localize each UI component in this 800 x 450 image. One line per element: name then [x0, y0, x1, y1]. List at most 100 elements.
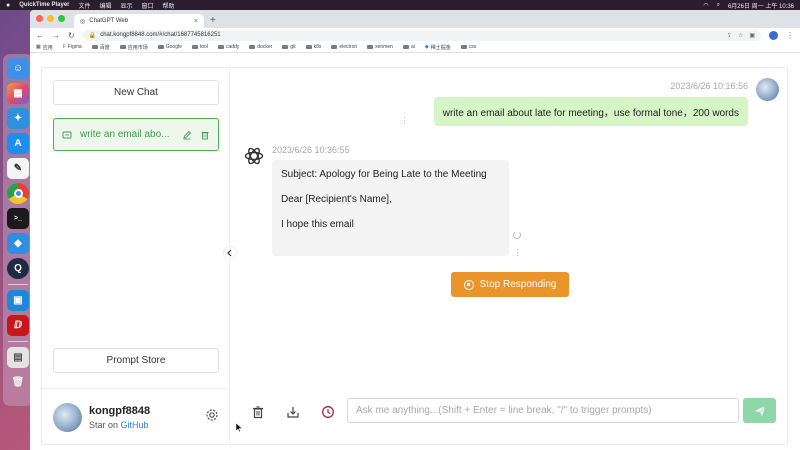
- app-store-icon[interactable]: A: [7, 133, 29, 154]
- prompt-store-button[interactable]: Prompt Store: [53, 348, 219, 373]
- avatar: [756, 78, 779, 101]
- bookmark-item[interactable]: 应用市场: [119, 44, 148, 51]
- user-profile-area: kongpf8848 Star on GitHub: [42, 388, 230, 446]
- docker-icon[interactable]: ▣: [7, 290, 29, 311]
- menubar-item-view[interactable]: 显示: [121, 1, 133, 10]
- trash-bin-icon[interactable]: 🗑: [7, 372, 29, 393]
- user-info: kongpf8848 Star on GitHub: [89, 405, 150, 430]
- acrobat-icon[interactable]: ⅅ: [7, 315, 29, 336]
- apps-icon: ▦: [36, 44, 41, 50]
- loading-spinner-icon: [513, 231, 521, 239]
- bot-message-bubble: Subject: Apology for Being Late to the M…: [272, 160, 509, 256]
- juejin-icon: ◆: [424, 44, 429, 50]
- bookmark-item[interactable]: ◆ 稀土掘金: [425, 44, 451, 51]
- menubar-item-file[interactable]: 文件: [78, 1, 90, 10]
- chat-main: 2023/6/26 10:16:56 write an email about …: [231, 68, 788, 446]
- minimize-window-button[interactable]: [47, 15, 54, 22]
- folder-icon: [305, 45, 312, 49]
- close-icon[interactable]: ×: [194, 18, 198, 25]
- history-icon[interactable]: [320, 404, 336, 420]
- message-options-icon[interactable]: · · ·: [516, 245, 519, 260]
- close-window-button[interactable]: [36, 15, 43, 22]
- bookmark-item[interactable]: xenmen: [367, 44, 393, 50]
- share-icon[interactable]: ⇪: [727, 32, 732, 39]
- folder-icon: [157, 45, 164, 49]
- bookmark-item[interactable]: ▦ 应用: [36, 44, 53, 51]
- profile-icon[interactable]: [769, 30, 778, 40]
- folder-icon: [217, 45, 224, 49]
- message-options-icon[interactable]: · · ·: [403, 113, 406, 128]
- folder-icon: [91, 45, 98, 49]
- lock-icon: 🔒: [88, 32, 97, 39]
- downloads-folder-icon[interactable]: ▤: [7, 347, 29, 368]
- browser-menu-icon[interactable]: ⋮: [786, 31, 794, 40]
- trash-icon[interactable]: [200, 130, 210, 140]
- qq-icon[interactable]: ◆: [7, 233, 29, 254]
- reload-icon[interactable]: ↻: [68, 31, 75, 40]
- pages-icon[interactable]: ✎: [7, 158, 29, 179]
- menubar-item-window[interactable]: 窗口: [142, 1, 154, 10]
- window-controls: [36, 15, 65, 22]
- folder-icon: [460, 45, 467, 49]
- stop-responding-button[interactable]: Stop Responding: [451, 272, 569, 297]
- bot-message-line: Dear [Recipient's Name],: [281, 194, 392, 205]
- bookmark-item[interactable]: git: [282, 44, 296, 50]
- stop-icon: [463, 279, 474, 290]
- browser-tab-title: ChatGPT Web: [89, 18, 129, 24]
- menubar-item-help[interactable]: 帮助: [163, 1, 175, 10]
- extension-icon[interactable]: ▣: [749, 32, 755, 39]
- bookmark-star-icon[interactable]: ☆: [738, 32, 743, 39]
- safari-icon[interactable]: ✦: [7, 108, 29, 129]
- avatar[interactable]: [53, 403, 82, 432]
- bookmark-item[interactable]: electron: [331, 44, 357, 50]
- bookmark-item[interactable]: 百度: [91, 44, 110, 51]
- browser-toolbar: ← → ↻ 🔒 chat.kongpf8848.com/#/chat/16877…: [30, 28, 800, 42]
- address-bar[interactable]: 🔒 chat.kongpf8848.com/#/chat/16877458162…: [82, 29, 761, 41]
- search-icon[interactable]: ⌕: [717, 2, 720, 9]
- bookmark-item[interactable]: tool: [191, 44, 208, 50]
- trash-icon[interactable]: [250, 404, 266, 420]
- launchpad-icon[interactable]: ▦: [7, 83, 29, 104]
- bookmark-item[interactable]: caddy: [217, 44, 239, 50]
- edit-icon[interactable]: [182, 130, 192, 140]
- browser-window: ◎ ChatGPT Web × + ← → ↻ 🔒 chat.kongpf884…: [30, 10, 800, 450]
- bookmark-item[interactable]: ai: [402, 44, 415, 50]
- stop-responding-label: Stop Responding: [479, 279, 557, 290]
- apple-icon[interactable]: ●: [6, 2, 10, 9]
- github-star-text: Star on GitHub: [89, 420, 149, 430]
- menubar-item-edit[interactable]: 编辑: [100, 1, 112, 10]
- chrome-icon[interactable]: [7, 183, 29, 204]
- openai-favicon-icon: ◎: [80, 18, 86, 25]
- menubar-app-name[interactable]: QuickTime Player: [19, 2, 69, 8]
- bot-message-timestamp: 2023/6/26 10:36:55: [272, 145, 350, 155]
- download-icon[interactable]: [285, 404, 301, 420]
- bookmark-item[interactable]: css: [460, 44, 476, 50]
- composer-bar: [231, 396, 788, 426]
- folder-icon: [119, 45, 126, 49]
- macos-dock: ☺ ▦ ✦ A ✎ >_ ◆ Q ▣ ⅅ ▤ 🗑: [3, 54, 33, 406]
- bookmark-item[interactable]: Google: [157, 44, 182, 50]
- finder-icon[interactable]: ☺: [7, 58, 29, 79]
- wifi-icon[interactable]: ◠: [703, 2, 708, 9]
- user-message-bubble: write an email about late for meeting，us…: [433, 97, 748, 126]
- gear-icon[interactable]: [205, 408, 219, 427]
- terminal-icon[interactable]: >_: [7, 208, 29, 229]
- menubar-clock[interactable]: 6月26日 周一 上午 10:36: [728, 1, 794, 10]
- folder-icon: [367, 45, 374, 49]
- new-chat-button[interactable]: New Chat: [53, 80, 219, 105]
- back-icon[interactable]: ←: [36, 31, 44, 40]
- github-link[interactable]: GitHub: [121, 420, 149, 430]
- send-button[interactable]: [743, 398, 776, 423]
- chat-history-item[interactable]: write an email abo...: [53, 118, 219, 151]
- quicktime-icon[interactable]: Q: [7, 258, 29, 279]
- browser-tab[interactable]: ◎ ChatGPT Web ×: [74, 14, 204, 28]
- bookmark-item[interactable]: docker: [249, 44, 272, 50]
- folder-icon: [402, 45, 409, 49]
- bookmark-item[interactable]: k8s: [305, 44, 321, 50]
- folder-icon: [282, 45, 289, 49]
- bookmark-item[interactable]: F Figma: [63, 44, 82, 50]
- prompt-input[interactable]: [347, 398, 739, 423]
- zoom-window-button[interactable]: [58, 15, 65, 22]
- forward-icon[interactable]: →: [52, 31, 60, 40]
- new-tab-button[interactable]: +: [210, 15, 216, 26]
